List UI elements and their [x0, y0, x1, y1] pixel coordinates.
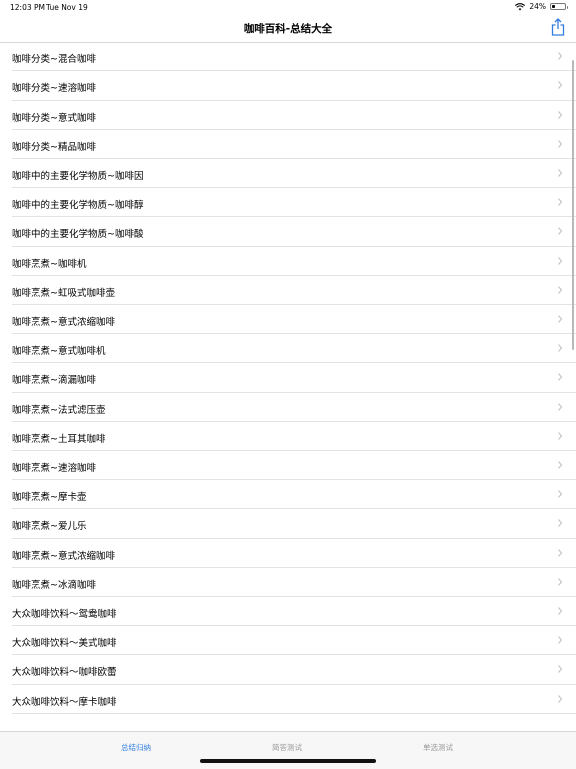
- chevron-right-icon: [558, 285, 563, 294]
- list-item-label: 咖啡分类~精品咖啡: [12, 141, 96, 153]
- chevron-right-icon: [558, 548, 563, 557]
- list-item[interactable]: 咖啡烹煮~冰滴咖啡: [0, 568, 576, 597]
- list-item-label: 咖啡中的主要化学物质~咖啡醇: [12, 200, 144, 212]
- page-title: 咖啡百科-总结大全: [243, 23, 333, 35]
- list-item-label: 咖啡烹煮~咖啡机: [12, 258, 87, 270]
- list-item[interactable]: 咖啡中的主要化学物质~咖啡因: [0, 159, 576, 189]
- tab-short-answer-test[interactable]: 简答测试: [272, 742, 302, 753]
- list-item[interactable]: 咖啡分类~速溶咖啡: [0, 71, 576, 101]
- status-date: Tue Nov 19: [46, 3, 88, 12]
- tab-bar: 总结归纳 简答测试 单选测试: [0, 731, 576, 769]
- tab-single-choice-test[interactable]: 单选测试: [423, 742, 453, 753]
- chevron-right-icon: [558, 344, 563, 353]
- chevron-right-icon: [558, 577, 563, 586]
- list-item[interactable]: 咖啡中的主要化学物质~咖啡醇: [0, 188, 576, 218]
- list-item[interactable]: 咖啡烹煮~意式浓缩咖啡: [0, 539, 576, 568]
- chevron-right-icon: [558, 431, 563, 440]
- chevron-right-icon: [558, 81, 563, 90]
- list-item-label: 咖啡烹煮~意式浓缩咖啡: [12, 317, 115, 328]
- list-item-label: 咖啡烹煮~意式咖啡机: [12, 346, 106, 358]
- list-item[interactable]: 咖啡烹煮~咖啡机: [0, 247, 576, 276]
- list-item-label: 咖啡烹煮~法式滤压壶: [12, 404, 106, 416]
- home-indicator: [200, 759, 376, 763]
- chevron-right-icon: [558, 607, 563, 615]
- share-icon[interactable]: [550, 18, 566, 36]
- chevron-right-icon: [558, 256, 563, 265]
- chevron-right-icon: [558, 490, 563, 499]
- list-item[interactable]: 大众咖啡饮料～咖啡欧蕾: [0, 655, 576, 685]
- list-item-label: 咖啡分类~混合咖啡: [12, 54, 96, 66]
- list-item-label: 咖啡烹煮~爱儿乐: [12, 521, 87, 533]
- wifi-icon: [515, 2, 526, 10]
- chevron-right-icon: [558, 461, 563, 469]
- list-item[interactable]: 咖啡烹煮~意式咖啡机: [0, 334, 576, 364]
- list-item[interactable]: 大众咖啡饮料～美式咖啡: [0, 626, 576, 656]
- list-item-label: 咖啡分类~意式咖啡: [12, 112, 96, 124]
- status-time: 12:03 PM: [10, 3, 45, 12]
- list-item[interactable]: 咖啡分类~意式咖啡: [0, 101, 576, 130]
- navigation-bar: 咖啡百科-总结大全: [0, 14, 576, 43]
- chevron-right-icon: [558, 373, 563, 382]
- list-item[interactable]: 咖啡烹煮~虹吸式咖啡壶: [0, 276, 576, 305]
- list-item[interactable]: 咖啡分类~混合咖啡: [0, 42, 576, 72]
- list-item[interactable]: 咖啡分类~精品咖啡: [0, 130, 576, 159]
- chevron-right-icon: [558, 519, 563, 528]
- list-item[interactable]: 咖啡烹煮~速溶咖啡: [0, 451, 576, 481]
- list-item-label: 咖啡中的主要化学物质~咖啡因: [12, 171, 144, 182]
- list-item[interactable]: 咖啡烹煮~滴漏咖啡: [0, 363, 576, 393]
- status-right: 24%: [515, 2, 568, 11]
- chevron-right-icon: [558, 139, 563, 148]
- chevron-right-icon: [558, 315, 563, 323]
- list-item[interactable]: 咖啡烹煮~土耳其咖啡: [0, 422, 576, 451]
- list-item-label: 咖啡烹煮~虹吸式咖啡壶: [12, 287, 115, 299]
- summary-list[interactable]: 咖啡分类~单品咖啡咖啡分类~混合咖啡咖啡分类~速溶咖啡咖啡分类~意式咖啡咖啡分类…: [0, 29, 576, 731]
- list-item-label: 咖啡烹煮~摩卡壶: [12, 492, 87, 504]
- list-item[interactable]: 咖啡烹煮~摩卡壶: [0, 480, 576, 510]
- tab-summary[interactable]: 总结归纳: [121, 742, 151, 753]
- chevron-right-icon: [558, 169, 563, 177]
- list-item-label: 咖啡烹煮~意式浓缩咖啡: [12, 550, 115, 562]
- list-item-label: 大众咖啡饮料～美式咖啡: [12, 638, 117, 650]
- chevron-right-icon: [558, 636, 563, 645]
- chevron-right-icon: [558, 52, 563, 61]
- list-item[interactable]: 咖啡烹煮~法式滤压壶: [0, 393, 576, 422]
- battery-icon: [550, 3, 568, 10]
- list-item-label: 咖啡中的主要化学物质~咖啡酸: [12, 229, 144, 241]
- list-item[interactable]: 咖啡烹煮~意式浓缩咖啡: [0, 305, 576, 335]
- list-item-label: 大众咖啡饮料～咖啡欧蕾: [12, 667, 117, 679]
- list-item[interactable]: 大众咖啡饮料～鸳鸯咖啡: [0, 597, 576, 627]
- list-item-label: 咖啡烹煮~滴漏咖啡: [12, 375, 96, 387]
- list-item-label: 咖啡分类~速溶咖啡: [12, 83, 96, 95]
- chevron-right-icon: [558, 694, 563, 703]
- chevron-right-icon: [558, 198, 563, 207]
- battery-percent: 24%: [529, 2, 546, 11]
- list-item-label: 咖啡烹煮~速溶咖啡: [12, 463, 96, 474]
- list-item-label: 咖啡烹煮~土耳其咖啡: [12, 433, 106, 445]
- list-item-label: 咖啡烹煮~冰滴咖啡: [12, 579, 96, 591]
- list-item[interactable]: 咖啡烹煮~爱儿乐: [0, 509, 576, 539]
- list-item[interactable]: 咖啡中的主要化学物质~咖啡酸: [0, 217, 576, 247]
- list-item[interactable]: 大众咖啡饮料～摩卡咖啡: [0, 685, 576, 714]
- status-bar: 12:03 PM Tue Nov 19 24%: [0, 0, 576, 14]
- chevron-right-icon: [558, 402, 563, 411]
- chevron-right-icon: [558, 665, 563, 674]
- chevron-right-icon: [558, 110, 563, 119]
- scrollbar[interactable]: [571, 60, 574, 350]
- row-separator: [12, 712, 576, 714]
- chevron-right-icon: [558, 227, 563, 236]
- list-item-label: 大众咖啡饮料～摩卡咖啡: [12, 696, 117, 708]
- list-item-label: 大众咖啡饮料～鸳鸯咖啡: [12, 609, 117, 620]
